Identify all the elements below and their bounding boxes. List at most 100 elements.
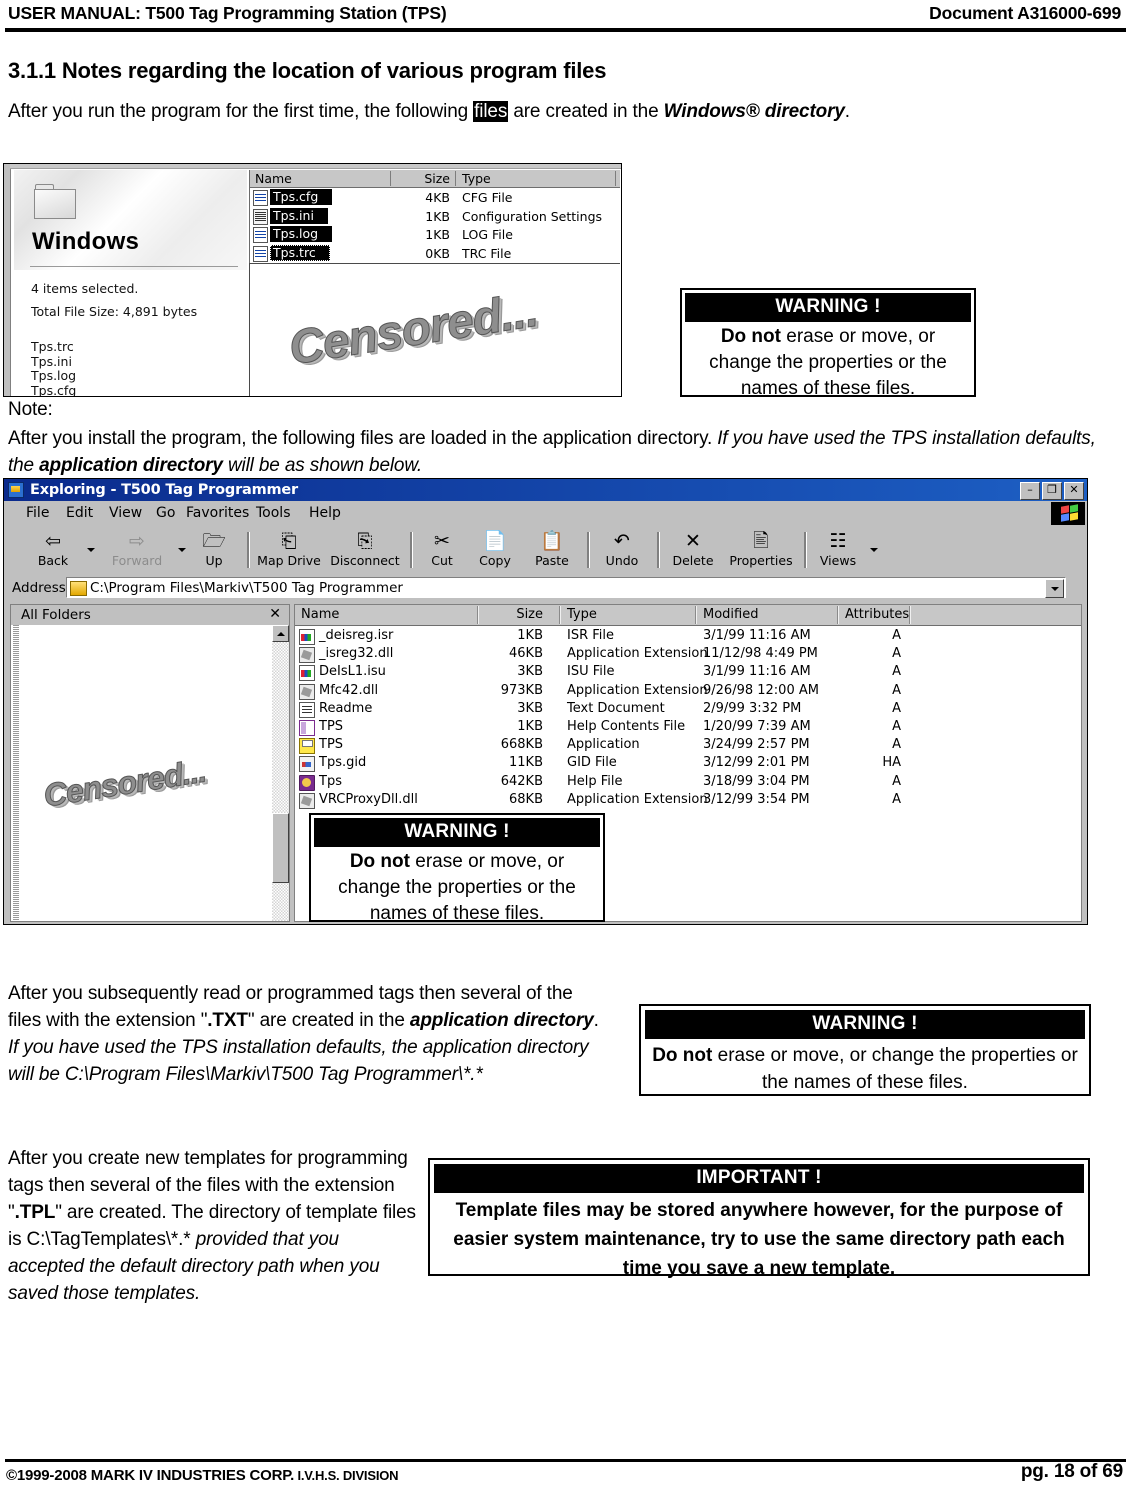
table-row[interactable]: Mfc42.dll 973KB Application Extension 9/… — [295, 682, 1081, 700]
windows-info-pane: Windows 4 items selected. Total File Siz… — [14, 170, 247, 396]
scrollbar-thumb[interactable] — [272, 813, 289, 883]
address-dropdown-button[interactable] — [1045, 579, 1064, 598]
para-txt-part3: . — [593, 1010, 599, 1031]
table-row[interactable]: _isreg32.dll 46KB Application Extension … — [295, 645, 1081, 664]
censored-watermark: Censored... — [285, 283, 542, 376]
address-input[interactable]: C:\Program Files\Markiv\T500 Tag Program… — [66, 577, 1066, 598]
file-modified: 3/18/99 3:04 PM — [703, 773, 810, 789]
footer-rule — [5, 1459, 1126, 1462]
back-dropdown-arrow-icon[interactable] — [87, 548, 95, 552]
folder-tree-canvas[interactable]: Censored... — [11, 625, 289, 921]
column-header-type[interactable]: Type — [567, 607, 597, 622]
selection-info: 4 items selected. Total File Size: 4,891… — [31, 277, 197, 323]
folder-tree-scrollbar[interactable] — [272, 625, 289, 921]
table-row[interactable]: TPS 1KB Help Contents File 1/20/99 7:39 … — [295, 718, 1081, 736]
toolbar-up-button[interactable]: 🗁 Up — [190, 528, 238, 572]
menu-item-view[interactable]: View — [109, 505, 142, 521]
close-button[interactable]: ✕ — [1064, 482, 1084, 500]
selected-file-names: Tps.trc Tps.ini Tps.log Tps.cfg — [31, 339, 76, 396]
table-row[interactable]: DeIsL1.isu 3KB ISU File 3/1/99 11:16 AM … — [295, 663, 1081, 682]
minimize-button[interactable]: – — [1020, 482, 1040, 500]
menu-item-help[interactable]: Help — [309, 505, 341, 521]
explorer-toolbar: ⇦ Back ⇨ Forward 🗁 Up ⎗ Map Drive ⎘ Disc… — [4, 526, 1087, 575]
menu-item-favorites[interactable]: Favorites — [186, 505, 249, 521]
close-panel-icon[interactable]: ✕ — [269, 606, 281, 622]
toolbar-views-button[interactable]: ☷ Views — [812, 528, 864, 572]
para-txt-application-directory: application directory — [409, 1010, 594, 1031]
column-header-size[interactable]: Size — [485, 607, 543, 622]
toolbar-cut-button[interactable]: ✂ Cut — [418, 528, 466, 572]
forward-dropdown-arrow-icon[interactable] — [178, 548, 186, 552]
scroll-up-arrow-icon[interactable] — [272, 625, 289, 642]
explorer-file-rows: _deisreg.isr 1KB ISR File 3/1/99 11:16 A… — [295, 627, 1081, 809]
censored-watermark: Censored... — [41, 752, 209, 814]
toolbar-properties-button[interactable]: 🖹 Properties — [722, 528, 800, 572]
toolbar-delete-button[interactable]: ✕ Delete — [666, 528, 720, 572]
file-name: Tps — [319, 773, 342, 789]
toolbar-undo-button[interactable]: ↶ Undo — [596, 528, 648, 572]
column-header-name[interactable]: Name — [255, 171, 292, 186]
note-paragraph: After you install the program, the follo… — [8, 425, 1118, 479]
menu-item-tools[interactable]: Tools — [256, 505, 291, 521]
paste-icon: 📋 — [540, 530, 564, 552]
table-row[interactable]: VRCProxyDll.dll 68KB Application Extensi… — [295, 791, 1081, 809]
file-list-column-headers: Name Size Type — [250, 170, 620, 188]
menu-item-go[interactable]: Go — [156, 505, 175, 521]
selected-file-name: Tps.trc — [31, 339, 74, 354]
toolbar-copy-button[interactable]: 📄 Copy — [470, 528, 520, 572]
note-italic-tail: will be as shown below. — [222, 455, 423, 476]
file-size: 3KB — [517, 664, 543, 680]
column-header-attributes[interactable]: Attributes — [845, 607, 909, 622]
file-name: Readme — [319, 700, 373, 716]
table-row[interactable]: Readme 3KB Text Document 2/9/99 3:32 PM … — [295, 700, 1081, 718]
toolbar-delete-label: Delete — [672, 553, 714, 568]
file-modified: 3/12/99 3:54 PM — [703, 791, 810, 807]
isr-file-icon — [299, 629, 315, 645]
table-row[interactable]: Tps.trc 0KB TRC File — [250, 244, 620, 263]
note-plain-text: After you install the program, the follo… — [8, 428, 718, 449]
header-manual-title: USER MANUAL: T500 Tag Programming Statio… — [8, 3, 447, 23]
toolbar-disconnect-button[interactable]: ⎘ Disconnect — [326, 528, 404, 572]
views-icon: ☷ — [829, 530, 847, 552]
intro-paragraph: After you run the program for the first … — [8, 101, 850, 123]
warning-box-1: WARNING ! Do not erase or move, or chang… — [680, 288, 976, 399]
file-modified: 1/20/99 7:39 AM — [703, 718, 811, 734]
file-modified: 3/1/99 11:16 AM — [703, 628, 811, 643]
table-row[interactable]: Tps 642KB Help File 3/18/99 3:04 PM A — [295, 773, 1081, 791]
dll-file-icon — [299, 647, 315, 664]
table-row[interactable]: Tps.gid 11KB GID File 3/12/99 2:01 PM HA — [295, 754, 1081, 773]
table-row[interactable]: Tps.log 1KB LOG File — [250, 225, 620, 244]
back-arrow-icon: ⇦ — [45, 530, 61, 552]
address-value: C:\Program Files\Markiv\T500 Tag Program… — [90, 580, 403, 596]
file-type: ISR File — [567, 628, 615, 643]
menu-item-edit[interactable]: Edit — [66, 505, 93, 521]
column-header-size[interactable]: Size — [398, 171, 450, 186]
table-row[interactable]: Tps.ini 1KB Configuration Settings — [250, 207, 620, 226]
toolbar-forward-button[interactable]: ⇨ Forward — [104, 528, 170, 572]
items-selected-text: 4 items selected. — [31, 281, 139, 296]
table-row[interactable]: Tps.cfg 4KB CFG File — [250, 188, 620, 207]
restore-button[interactable]: ❐ — [1042, 482, 1062, 500]
toolbar-back-button[interactable]: ⇦ Back — [26, 528, 80, 572]
views-dropdown-arrow-icon[interactable] — [870, 548, 878, 552]
file-size: 1KB — [517, 628, 543, 643]
toolbar-paste-button[interactable]: 📋 Paste — [525, 528, 579, 572]
file-modified: 3/1/99 11:16 AM — [703, 664, 811, 680]
column-header-type[interactable]: Type — [462, 171, 491, 186]
toolbar-map-drive-button[interactable]: ⎗ Map Drive — [254, 528, 324, 572]
table-row[interactable]: TPS 668KB Application 3/24/99 2:57 PM A — [295, 736, 1081, 755]
copy-icon: 📄 — [483, 530, 507, 552]
warning-body: Do not erase or move, or change the prop… — [641, 1039, 1089, 1096]
toolbar-up-label: Up — [205, 553, 223, 568]
windows-file-rows: Tps.cfg 4KB CFG File Tps.ini 1KB Configu… — [250, 188, 620, 262]
toolbar-cut-label: Cut — [431, 553, 453, 568]
menu-item-file[interactable]: File — [26, 505, 49, 521]
intro-windows-directory: Windows® directory — [663, 101, 845, 122]
file-name: DeIsL1.isu — [319, 664, 386, 680]
file-size: 973KB — [500, 682, 543, 698]
table-row[interactable]: _deisreg.isr 1KB ISR File 3/1/99 11:16 A… — [295, 627, 1081, 645]
warning-box-3: WARNING ! Do not erase or move, or chang… — [639, 1004, 1091, 1096]
column-header-modified[interactable]: Modified — [703, 607, 758, 622]
column-header-name[interactable]: Name — [301, 607, 339, 622]
toolbar-copy-label: Copy — [479, 553, 511, 568]
